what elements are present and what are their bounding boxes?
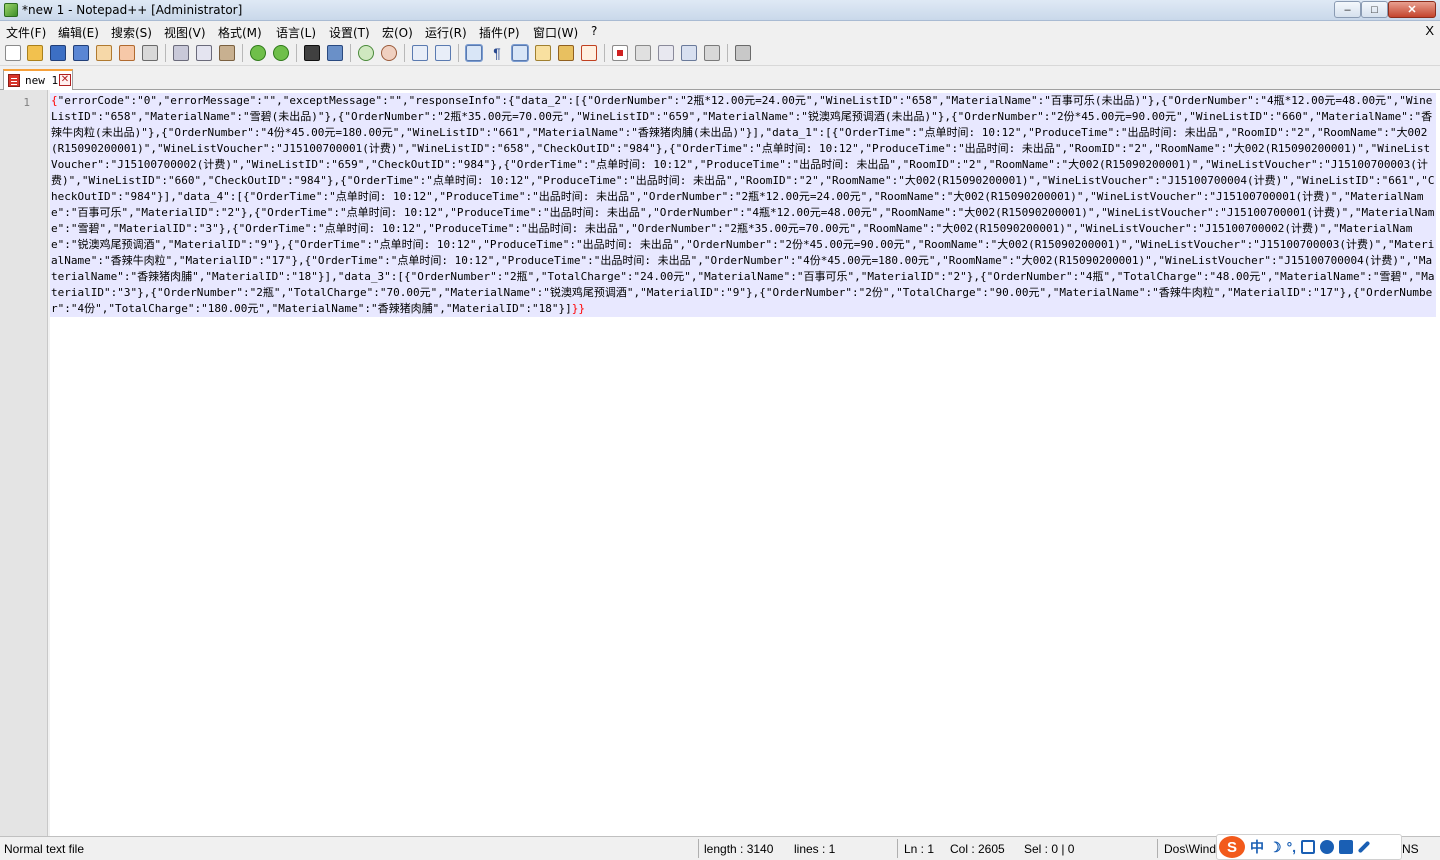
toolbar-separator — [242, 44, 243, 62]
soft-keyboard-icon[interactable] — [1301, 840, 1316, 854]
new-file-icon[interactable] — [5, 45, 21, 61]
zoom-out-icon[interactable] — [381, 45, 397, 61]
open-file-icon[interactable] — [27, 45, 43, 61]
tab-new-1[interactable]: new 1 ✕ — [3, 69, 73, 90]
sync-horizontal-icon[interactable] — [435, 45, 451, 61]
toolbar-separator — [296, 44, 297, 62]
menu-file[interactable]: 文件(F) — [6, 24, 46, 41]
tab-close-button[interactable]: ✕ — [59, 74, 71, 86]
closing-braces: }} — [571, 302, 585, 315]
minimize-button[interactable]: – — [1334, 1, 1361, 18]
toolbar-separator — [165, 44, 166, 62]
save-icon[interactable] — [50, 45, 66, 61]
menu-search[interactable]: 搜索(S) — [111, 24, 152, 41]
replace-icon[interactable] — [327, 45, 343, 61]
status-selection: Sel : 0 | 0 — [1024, 842, 1075, 856]
word-wrap-icon[interactable] — [465, 44, 483, 62]
indent-guide-icon[interactable] — [511, 44, 529, 62]
document-content: "errorCode":"0","errorMessage":"","excep… — [51, 94, 1435, 315]
status-file-type: Normal text file — [4, 842, 85, 856]
text-area[interactable]: {"errorCode":"0","errorMessage":"","exce… — [50, 93, 1436, 317]
menu-bar: 文件(F) 编辑(E) 搜索(S) 视图(V) 格式(M) 语言(L) 设置(T… — [0, 21, 1440, 41]
toolbar-separator — [458, 44, 459, 62]
menu-window[interactable]: 窗口(W) — [533, 24, 578, 41]
close-all-icon[interactable] — [119, 45, 135, 61]
menu-run[interactable]: 运行(R) — [425, 24, 467, 41]
settings-wrench-icon[interactable] — [1357, 840, 1371, 854]
status-length: length : 3140 — [704, 842, 774, 856]
notepad-plus-plus-icon[interactable] — [4, 3, 18, 17]
line-number-gutter[interactable]: 1 — [0, 90, 48, 836]
function-list-icon[interactable] — [558, 45, 574, 61]
unsaved-file-icon — [8, 74, 20, 87]
menu-format[interactable]: 格式(M) — [218, 24, 262, 41]
status-divider — [1157, 839, 1158, 858]
cut-icon[interactable] — [173, 45, 189, 61]
menu-help[interactable]: ? — [591, 24, 597, 38]
zoom-in-icon[interactable] — [358, 45, 374, 61]
status-encoding[interactable]: NS — [1402, 842, 1419, 856]
half-full-width-moon-icon[interactable]: ☽ — [1269, 839, 1282, 856]
status-column: Col : 2605 — [950, 842, 1005, 856]
window-title: *new 1 - Notepad++ [Administrator] — [22, 3, 243, 17]
status-line: Ln : 1 — [904, 842, 935, 856]
menu-settings[interactable]: 设置(T) — [329, 24, 370, 41]
save-all-icon[interactable] — [73, 45, 89, 61]
close-icon[interactable] — [96, 45, 112, 61]
status-divider — [897, 839, 898, 858]
tab-label: new 1 — [25, 74, 59, 87]
toolbar-separator — [404, 44, 405, 62]
skin-shirt-icon[interactable] — [1339, 840, 1354, 854]
opening-brace: { — [51, 94, 58, 107]
launch-browser-icon[interactable] — [735, 45, 751, 61]
find-icon[interactable] — [304, 45, 320, 61]
line-number: 1 — [23, 96, 30, 109]
ime-mode-toggle[interactable]: 中 — [1250, 837, 1264, 857]
toolbar-separator — [727, 44, 728, 62]
sync-vertical-icon[interactable] — [412, 45, 428, 61]
menu-view[interactable]: 视图(V) — [164, 24, 206, 41]
status-lines: lines : 1 — [794, 842, 836, 856]
user-icon[interactable] — [1320, 840, 1335, 854]
show-all-chars-icon[interactable]: ¶ — [489, 45, 505, 61]
copy-icon[interactable] — [196, 45, 212, 61]
print-icon[interactable] — [142, 45, 158, 61]
undo-icon[interactable] — [250, 45, 266, 61]
menu-edit[interactable]: 编辑(E) — [58, 24, 99, 41]
menu-language[interactable]: 语言(L) — [276, 24, 316, 41]
play-macro-icon[interactable] — [658, 45, 674, 61]
stop-macro-icon[interactable] — [635, 45, 651, 61]
record-macro-icon[interactable] — [612, 45, 628, 61]
redo-icon[interactable] — [273, 45, 289, 61]
close-window-button[interactable]: ✕ — [1388, 1, 1436, 18]
folder-workspace-icon[interactable] — [581, 45, 597, 61]
toolbar-separator — [350, 44, 351, 62]
status-divider — [698, 839, 699, 858]
menu-macro[interactable]: 宏(O) — [382, 24, 413, 41]
toolbar-separator — [604, 44, 605, 62]
editor[interactable]: 1 {"errorCode":"0","errorMessage":"","ex… — [0, 90, 1440, 836]
run-macro-multiple-icon[interactable] — [681, 45, 697, 61]
menu-plugins[interactable]: 插件(P) — [479, 24, 520, 41]
save-macro-icon[interactable] — [704, 45, 720, 61]
paste-icon[interactable] — [219, 45, 235, 61]
document-map-icon[interactable] — [535, 45, 551, 61]
ime-toolbar[interactable]: S 中 ☽ °, — [1216, 834, 1402, 860]
maximize-button[interactable]: □ — [1361, 1, 1388, 18]
toolbar: ¶ — [0, 41, 1440, 66]
close-document-button[interactable]: X — [1425, 23, 1434, 38]
title-bar[interactable]: *new 1 - Notepad++ [Administrator] – □ ✕ — [0, 0, 1440, 21]
tab-bar: new 1 ✕ — [0, 66, 1440, 90]
punctuation-icon[interactable]: °, — [1287, 839, 1297, 855]
sogou-ime-logo-icon[interactable]: S — [1219, 836, 1245, 858]
document-text[interactable]: {"errorCode":"0","errorMessage":"","exce… — [50, 93, 1436, 317]
